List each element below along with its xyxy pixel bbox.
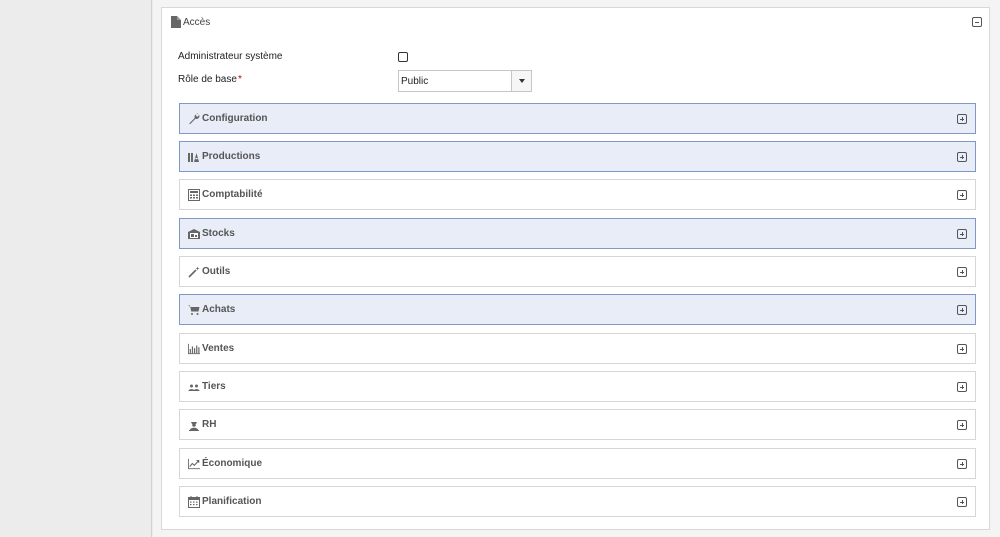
expand-plus-icon[interactable]	[957, 459, 967, 469]
access-panel: Accès Administrateur système Rôle de bas…	[161, 7, 990, 530]
section-label: Économique	[202, 458, 263, 469]
admin-checkbox[interactable]	[398, 52, 408, 62]
role-select[interactable]: Public	[398, 70, 532, 92]
section-planification[interactable]: Planification	[179, 486, 976, 517]
expand-plus-icon[interactable]	[957, 229, 967, 239]
section-economique[interactable]: Économique	[179, 448, 976, 479]
expand-plus-icon[interactable]	[957, 152, 967, 162]
section-label: Productions	[202, 151, 261, 162]
people-icon	[188, 381, 200, 393]
line-chart-icon	[188, 458, 200, 470]
document-icon	[171, 16, 181, 28]
expand-plus-icon[interactable]	[957, 382, 967, 392]
section-productions[interactable]: Productions	[179, 141, 976, 172]
expand-plus-icon[interactable]	[957, 267, 967, 277]
section-label: Tiers	[202, 381, 226, 392]
section-configuration[interactable]: Configuration	[179, 103, 976, 134]
calculator-icon	[188, 188, 200, 201]
section-label: Outils	[202, 266, 231, 277]
section-ventes[interactable]: Ventes	[179, 333, 976, 364]
section-label: Comptabilité	[202, 189, 263, 200]
section-achats[interactable]: Achats	[179, 294, 976, 325]
expand-plus-icon[interactable]	[957, 190, 967, 200]
expand-plus-icon[interactable]	[957, 114, 967, 124]
expand-plus-icon[interactable]	[957, 305, 967, 315]
expand-plus-icon[interactable]	[957, 420, 967, 430]
section-stocks[interactable]: Stocks	[179, 218, 976, 249]
chevron-down-icon[interactable]	[511, 71, 531, 91]
section-label: Achats	[202, 304, 236, 315]
section-rh[interactable]: RH	[179, 409, 976, 440]
left-sidebar	[0, 0, 152, 537]
section-label: Stocks	[202, 228, 235, 239]
section-label: Planification	[202, 496, 262, 507]
warehouse-icon	[188, 228, 200, 240]
section-label: Ventes	[202, 343, 235, 354]
section-tiers[interactable]: Tiers	[179, 371, 976, 402]
calendar-icon	[188, 495, 200, 508]
section-label: RH	[202, 419, 217, 430]
required-marker: *	[237, 74, 242, 85]
wrench-icon	[188, 112, 200, 125]
expand-plus-icon[interactable]	[957, 497, 967, 507]
person-icon	[188, 419, 200, 431]
magic-wand-icon	[188, 266, 200, 278]
section-comptabilite[interactable]: Comptabilité	[179, 179, 976, 210]
role-label: Rôle de base	[178, 74, 237, 85]
bar-chart-icon	[188, 343, 200, 355]
section-outils[interactable]: Outils	[179, 256, 976, 287]
panel-header[interactable]: Accès	[162, 8, 989, 36]
cart-icon	[188, 304, 200, 316]
panel-title: Accès	[183, 16, 211, 28]
admin-label: Administrateur système	[178, 51, 283, 62]
role-row: Rôle de base *	[178, 74, 242, 85]
role-select-value: Public	[401, 75, 429, 87]
section-label: Configuration	[202, 113, 268, 124]
collapse-minus-icon[interactable]	[972, 17, 982, 27]
production-icon	[188, 151, 200, 163]
expand-plus-icon[interactable]	[957, 344, 967, 354]
admin-row: Administrateur système	[178, 51, 282, 62]
